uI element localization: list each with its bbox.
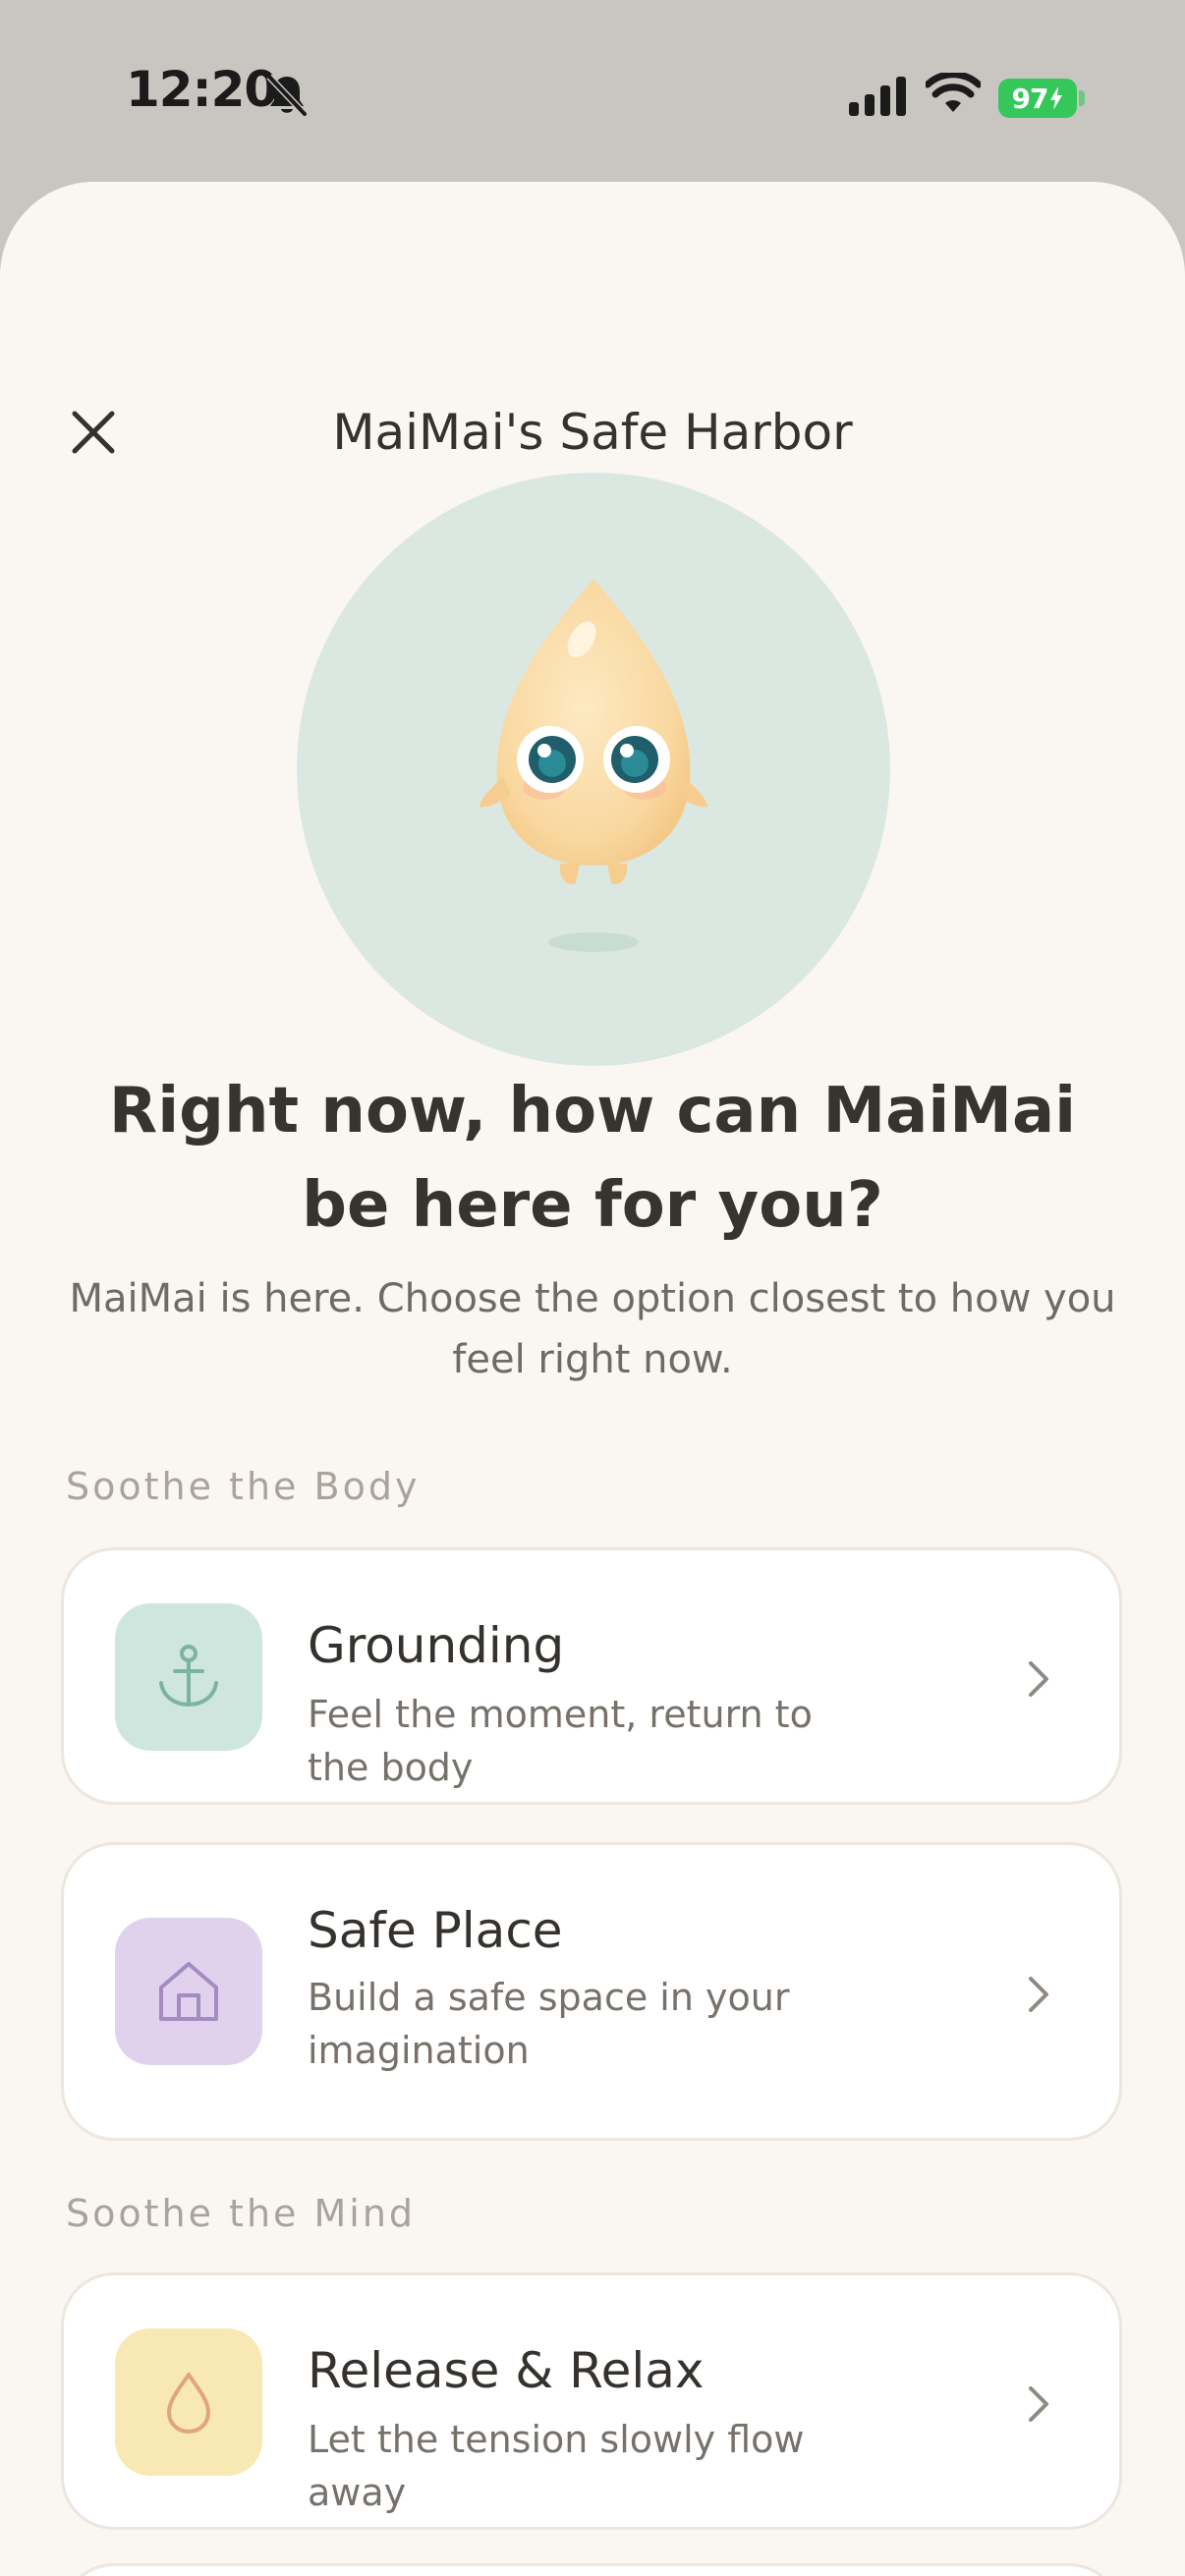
option-card-release-relax[interactable]: Release & Relax Let the tension slowly f…: [61, 2272, 1122, 2530]
status-time: 12:20: [126, 61, 278, 118]
maimai-mascot-image: [480, 579, 707, 952]
option-card-next-partial[interactable]: [61, 2563, 1122, 2576]
cellular-signal-icon: [849, 77, 906, 116]
release-relax-icon-tile: [115, 2328, 262, 2476]
status-bar: 12:20 97: [0, 0, 1185, 182]
page-title: MaiMai's Safe Harbor: [332, 404, 853, 461]
option-title: Safe Place: [308, 1902, 563, 1959]
section-label-soothe-mind: Soothe the Mind: [66, 2192, 417, 2235]
chevron-right-icon: [1029, 1661, 1048, 1697]
battery-level: 97: [1011, 82, 1049, 115]
main-subtitle: MaiMai is here. Choose the option closes…: [69, 1276, 1116, 1382]
droplet-icon: [167, 2373, 210, 2434]
mascot-circle: [297, 473, 890, 1066]
option-title: Grounding: [308, 1617, 565, 1674]
chevron-right-icon: [1029, 1977, 1048, 2012]
battery-nub: [1079, 90, 1085, 106]
charging-bolt-icon: [1050, 86, 1063, 110]
option-description: Feel the moment, return to the body: [308, 1693, 813, 1789]
grounding-icon-tile: [115, 1603, 262, 1751]
wifi-icon: [926, 73, 981, 112]
safe-harbor-sheet: MaiMai's Safe Harbor Right now, how can …: [0, 182, 1185, 2576]
option-description: Let the tension slowly flow away: [308, 2418, 805, 2514]
house-icon: [159, 1962, 218, 2021]
option-card-grounding[interactable]: Grounding Feel the moment, return to the…: [61, 1547, 1122, 1805]
chevron-right-icon: [1029, 2386, 1048, 2422]
option-description: Build a safe space in your imagination: [308, 1976, 790, 2072]
battery-indicator: 97: [998, 79, 1077, 118]
main-headline: Right now, how can MaiMai be here for yo…: [108, 1075, 1077, 1242]
option-card-safe-place[interactable]: Safe Place Build a safe space in your im…: [61, 1842, 1122, 2141]
section-label-soothe-body: Soothe the Body: [66, 1465, 421, 1508]
anchor-icon: [159, 1645, 218, 1708]
option-title: Release & Relax: [308, 2342, 705, 2399]
bell-off-icon: [266, 74, 308, 117]
safe-place-icon-tile: [115, 1918, 262, 2065]
